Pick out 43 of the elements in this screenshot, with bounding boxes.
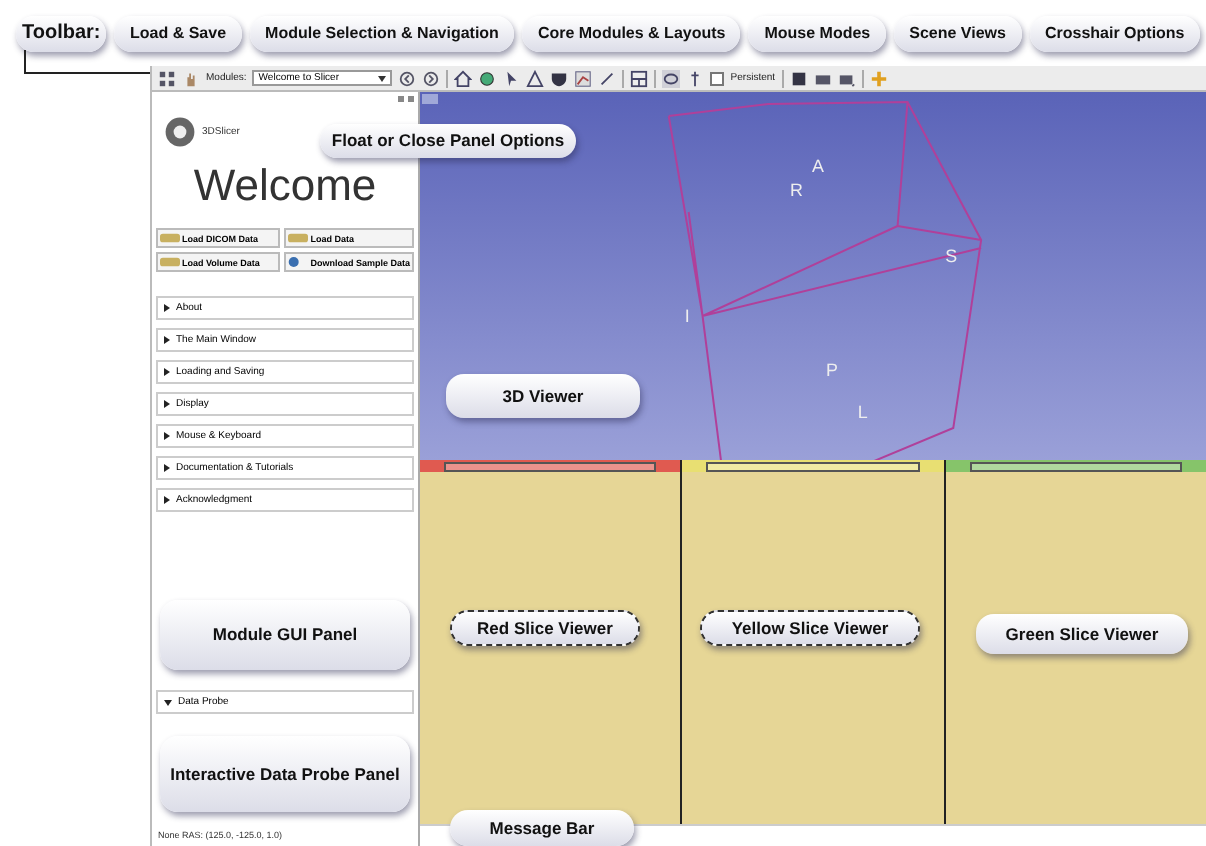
callout-label: Toolbar: bbox=[16, 15, 107, 51]
triangle-icon[interactable] bbox=[526, 69, 545, 87]
callout-label: Scene Views bbox=[893, 15, 1022, 51]
hand-icon[interactable] bbox=[182, 69, 200, 87]
callout-label: Message Bar bbox=[450, 810, 634, 846]
layout-icon[interactable] bbox=[630, 69, 649, 87]
folder-icon bbox=[288, 232, 309, 244]
shield-icon[interactable] bbox=[550, 69, 569, 87]
callout-label: Module GUI Panel bbox=[160, 600, 410, 670]
callout-label: Load & Save bbox=[114, 15, 242, 51]
logo-icon bbox=[164, 116, 196, 148]
slice-slider[interactable] bbox=[969, 461, 1182, 471]
back-arrow-icon[interactable] bbox=[398, 69, 417, 87]
home-icon[interactable] bbox=[454, 69, 473, 87]
axis-label: L bbox=[857, 401, 868, 422]
leader-line bbox=[24, 50, 150, 74]
callout-label: 3D Viewer bbox=[446, 374, 640, 418]
pointer-icon[interactable] bbox=[502, 69, 521, 87]
callout-label: Mouse Modes bbox=[748, 15, 886, 51]
callout-label: Yellow Slice Viewer bbox=[700, 610, 920, 646]
callout-label: Module Selection & Navigation bbox=[249, 15, 515, 51]
callout-label: Core Modules & Layouts bbox=[522, 15, 741, 51]
slice-slider[interactable] bbox=[444, 461, 657, 471]
slice-slider[interactable] bbox=[706, 461, 920, 471]
callout-label: Interactive Data Probe Panel bbox=[160, 736, 410, 812]
callout-label: Float or Close Panel Options bbox=[320, 124, 576, 158]
axis-label: I bbox=[684, 305, 690, 326]
axis-label: P bbox=[825, 359, 838, 380]
callout-label: Red Slice Viewer bbox=[450, 610, 640, 646]
pen-icon[interactable] bbox=[598, 69, 617, 87]
module-title: Welcome bbox=[191, 160, 379, 212]
grid-icon[interactable] bbox=[158, 69, 176, 87]
rotate-icon[interactable] bbox=[662, 69, 681, 87]
axis-label: S bbox=[945, 245, 958, 266]
forward-arrow-icon[interactable] bbox=[422, 69, 441, 87]
persistent-checkbox[interactable] bbox=[710, 71, 725, 85]
chart-icon[interactable] bbox=[574, 69, 593, 87]
axis-label: A bbox=[812, 155, 824, 176]
save-icon[interactable] bbox=[789, 69, 808, 87]
float-close-icon[interactable] bbox=[398, 96, 414, 104]
callout-label: Green Slice Viewer bbox=[976, 614, 1188, 654]
callout-label: Crosshair Options bbox=[1029, 15, 1201, 51]
axis-label: R bbox=[790, 179, 804, 200]
